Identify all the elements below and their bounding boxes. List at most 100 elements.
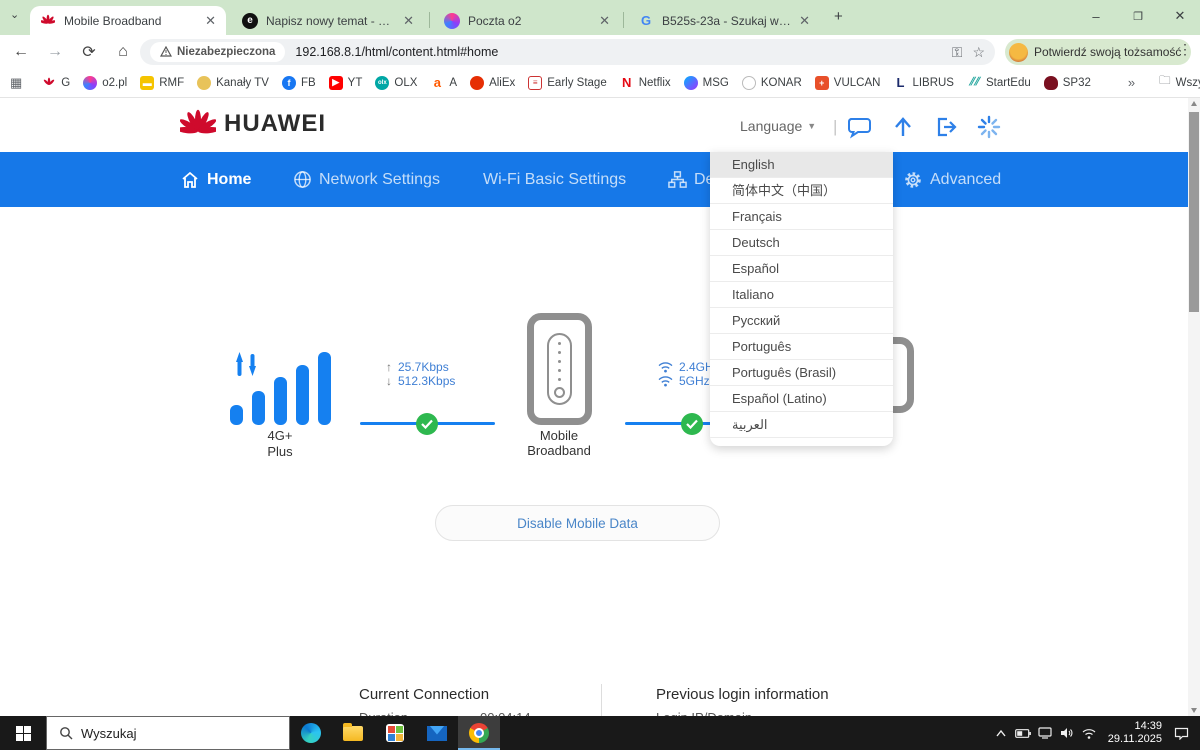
bookmark-item[interactable]: ▬ RMF (140, 75, 184, 90)
language-option[interactable]: Français (710, 204, 893, 230)
window-restore-button[interactable]: ❐ (1118, 0, 1158, 32)
device-monitor-icon[interactable] (1034, 716, 1056, 750)
language-option[interactable]: Português (710, 334, 893, 360)
bookmark-item[interactable]: ▶ YT (328, 75, 362, 90)
profile-chip[interactable]: Potwierdź swoją tożsamość (1005, 39, 1192, 65)
address-bar[interactable]: Niezabezpieczona 192.168.8.1/html/conten… (140, 39, 995, 65)
reload-icon[interactable]: ⟳ (76, 39, 102, 65)
signal-bar-1 (230, 405, 243, 425)
start-button[interactable] (0, 716, 46, 750)
network-signal-icon[interactable] (1078, 716, 1100, 750)
tab-google-search[interactable]: G B525s-23a - Szukaj w Google ✕ (628, 6, 820, 35)
nav-home[interactable]: Home (180, 152, 251, 207)
tab-close-icon[interactable]: ✕ (599, 13, 610, 29)
window-close-button[interactable]: ✕ (1160, 0, 1200, 32)
tab-mobile-broadband[interactable]: Mobile Broadband ✕ (30, 6, 226, 35)
bookmark-item[interactable]: ≡ Early Stage (528, 75, 607, 90)
windows-taskbar: Wyszukaj 14:39 29.11.2025 (0, 716, 1200, 750)
language-option[interactable]: English (710, 152, 893, 178)
scrollbar-thumb[interactable] (1189, 112, 1199, 312)
tab-title: B525s-23a - Szukaj w Google (662, 13, 792, 28)
bookmark-item[interactable]: ⫽⫽ StartEdu (967, 76, 1031, 90)
battery-icon[interactable] (1012, 716, 1034, 750)
allegro-icon: a (433, 75, 441, 90)
taskbar-chrome-icon[interactable] (458, 716, 500, 750)
action-center-icon[interactable] (1170, 716, 1192, 750)
taskbar-explorer-icon[interactable] (332, 716, 374, 750)
device-label: Broadband (527, 443, 591, 458)
bookmark-item[interactable]: olx OLX (375, 75, 417, 90)
bookmark-item[interactable]: KONAR (741, 75, 802, 90)
vulcan-icon: + (814, 75, 829, 90)
bookmark-item[interactable]: f FB (281, 75, 316, 90)
kanaly-tv-icon (197, 75, 212, 90)
home-icon[interactable]: ⌂ (110, 39, 136, 65)
message-bubble-icon[interactable] (846, 114, 872, 140)
back-icon[interactable]: ← (8, 39, 34, 65)
bookmark-item[interactable]: MSG (683, 75, 729, 90)
nav-network-settings[interactable]: Network Settings (293, 152, 440, 207)
profile-avatar (1009, 42, 1028, 62)
nav-wifi-basic-settings[interactable]: Wi-Fi Basic Settings (483, 152, 626, 207)
bookmark-item[interactable]: aA (430, 75, 457, 90)
router-page: HUAWEI Language ▼ | Home Network Setting… (0, 98, 1200, 716)
footer-divider (601, 684, 602, 716)
bookmark-item[interactable]: AliEx (470, 75, 515, 90)
bookmark-star-icon[interactable]: ☆ (972, 44, 985, 61)
volume-icon[interactable] (1056, 716, 1078, 750)
new-tab-button[interactable]: + (834, 8, 843, 25)
tab-close-icon[interactable]: ✕ (403, 13, 414, 29)
down-arrow-icon: ↓ (386, 374, 392, 388)
previous-login-title: Previous login information (656, 686, 829, 703)
taskbar-edge-icon[interactable] (290, 716, 332, 750)
up-arrow-icon: ↑ (386, 360, 392, 374)
bookmark-item[interactable]: SP32 (1043, 75, 1091, 90)
language-option[interactable]: Deutsch (710, 230, 893, 256)
window-minimize-button[interactable]: – (1076, 0, 1116, 32)
google-g-icon: G (640, 13, 652, 28)
tab-close-icon[interactable]: ✕ (799, 13, 810, 29)
apps-grid-icon[interactable]: ▦ (10, 75, 22, 91)
taskbar-search-input[interactable]: Wyszukaj (46, 716, 290, 750)
language-option[interactable]: العربية (710, 412, 893, 438)
language-option[interactable]: Русский (710, 308, 893, 334)
taskbar-store-icon[interactable] (374, 716, 416, 750)
security-badge[interactable]: Niezabezpieczona (150, 42, 286, 62)
wifi-icon (658, 376, 673, 387)
logout-icon[interactable] (933, 114, 959, 140)
tab-elektroda[interactable]: e Napisz nowy temat - elektroda ✕ (232, 6, 424, 35)
disable-mobile-data-button[interactable]: Disable Mobile Data (435, 505, 720, 541)
bookmarks-overflow-icon[interactable]: » (1128, 75, 1135, 90)
tab-poczta-o2[interactable]: Poczta o2 ✕ (434, 6, 620, 35)
device-label: Mobile (539, 428, 579, 443)
nav-advanced[interactable]: Advanced (903, 152, 1001, 207)
bookmark-item[interactable]: + VULCAN (814, 75, 880, 90)
language-dropdown-button[interactable]: Language ▼ (740, 118, 816, 134)
password-key-icon[interactable]: ⚿ (952, 44, 963, 61)
tab-close-icon[interactable]: ✕ (205, 13, 216, 29)
bookmark-item[interactable]: N Netflix (620, 75, 671, 90)
tab-search-chevron-icon[interactable]: ⌄ (10, 8, 19, 21)
taskbar-clock[interactable]: 14:39 29.11.2025 (1100, 720, 1170, 746)
bookmark-item[interactable]: G (42, 76, 70, 90)
messenger-icon (683, 75, 698, 90)
language-option[interactable]: Português (Brasil) (710, 360, 893, 386)
all-bookmarks-button[interactable]: 🗀Wszystkie zakładki (1159, 73, 1200, 92)
forward-icon[interactable]: → (42, 39, 68, 65)
scroll-down-icon[interactable] (1191, 708, 1197, 713)
bookmark-item[interactable]: Kanały TV (197, 75, 269, 90)
language-option[interactable]: 简体中文（中国） (710, 178, 893, 204)
bookmark-item[interactable]: o2.pl (83, 75, 127, 90)
scroll-up-icon[interactable] (1191, 101, 1197, 106)
folder-icon: 🗀 (1159, 75, 1171, 87)
bookmark-item[interactable]: L LIBRUS (893, 75, 954, 90)
tray-chevron-icon[interactable] (990, 716, 1012, 750)
taskbar-mail-icon[interactable] (416, 716, 458, 750)
router-device-icon (527, 313, 592, 425)
language-option[interactable]: Español (710, 256, 893, 282)
signal-bar-2 (252, 391, 265, 425)
aliexpress-icon (470, 75, 485, 90)
language-option[interactable]: Español (Latino) (710, 386, 893, 412)
update-arrow-icon[interactable] (890, 114, 916, 140)
language-option[interactable]: Italiano (710, 282, 893, 308)
